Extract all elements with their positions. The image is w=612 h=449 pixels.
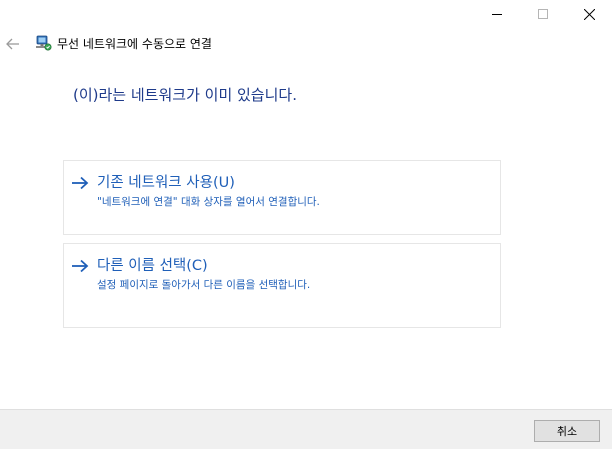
- minimize-button[interactable]: [474, 0, 520, 28]
- option-title: 기존 네트워크 사용(U): [97, 175, 235, 191]
- dialog-window: 무선 네트워크에 수동으로 연결 (이)라는 네트워크가 이미 있습니다. 기존…: [0, 0, 612, 449]
- close-button[interactable]: [566, 0, 612, 28]
- dialog-footer: 취소: [0, 409, 612, 449]
- option-description: 설정 페이지로 돌아가서 다른 이름을 선택합니다.: [97, 279, 311, 291]
- use-existing-network-option[interactable]: 기존 네트워크 사용(U) "네트워크에 연결" 대화 상자를 열어서 연결합니…: [63, 160, 501, 235]
- option-description: "네트워크에 연결" 대화 상자를 열어서 연결합니다.: [97, 196, 320, 208]
- option-title: 다른 이름 선택(C): [97, 258, 208, 274]
- minimize-icon: [492, 14, 502, 15]
- network-connection-icon: [36, 35, 52, 51]
- right-arrow-icon: [72, 176, 89, 190]
- back-button[interactable]: [2, 33, 24, 55]
- page-heading: (이)라는 네트워크가 이미 있습니다.: [73, 86, 297, 104]
- right-arrow-icon: [72, 259, 89, 273]
- cancel-button[interactable]: 취소: [534, 420, 600, 442]
- choose-different-name-option[interactable]: 다른 이름 선택(C) 설정 페이지로 돌아가서 다른 이름을 선택합니다.: [63, 243, 501, 328]
- maximize-button[interactable]: [520, 0, 566, 28]
- maximize-icon: [538, 9, 548, 19]
- window-title: 무선 네트워크에 수동으로 연결: [57, 37, 212, 51]
- close-icon: [583, 8, 595, 20]
- back-arrow-icon: [6, 38, 19, 50]
